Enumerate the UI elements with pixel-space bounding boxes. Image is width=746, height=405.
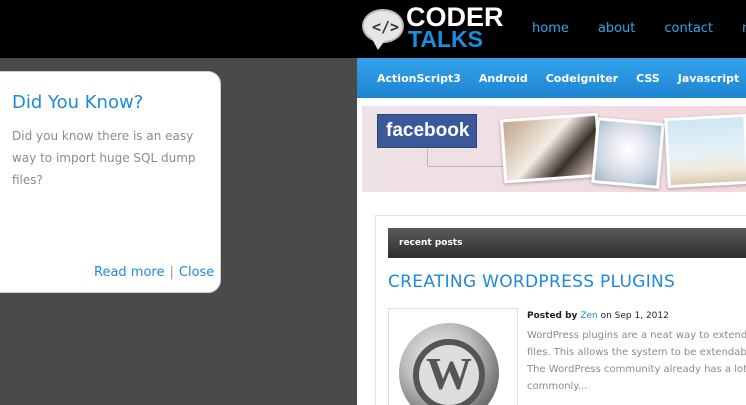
post-author-link[interactable]: Zen: [580, 311, 597, 321]
code-glyph: </>: [372, 18, 400, 36]
category-actionscript3[interactable]: ActionScript3: [377, 72, 461, 85]
did-you-know-panel: Did You Know? Did you know there is an e…: [0, 71, 221, 293]
banner-connector-line: [427, 148, 428, 166]
banner-connector-line: [427, 166, 507, 167]
read-more-link[interactable]: Read more: [94, 265, 164, 280]
excerpt-line: commonly...: [527, 381, 588, 392]
did-you-know-body: Did you know there is an easy way to imp…: [12, 129, 196, 187]
did-you-know-actions: Read more | Close: [94, 265, 214, 280]
post-excerpt: WordPress plugins are a neat way to exte…: [527, 327, 746, 395]
category-android[interactable]: Android: [479, 72, 528, 85]
excerpt-line: The WordPress community already has a lo…: [527, 364, 746, 375]
category-codeigniter[interactable]: Codeigniter: [546, 72, 618, 85]
link-separator: |: [169, 265, 174, 280]
did-you-know-title: Did You Know?: [12, 92, 144, 113]
category-css[interactable]: CSS: [636, 72, 660, 85]
excerpt-line: WordPress plugins are a neat way to exte…: [527, 330, 746, 341]
category-nav: ActionScript3 Android Codeigniter CSS Ja…: [357, 58, 746, 98]
nav-contact[interactable]: contact: [664, 21, 713, 36]
nav-cut-off-item[interactable]: re: [742, 21, 746, 36]
category-javascript[interactable]: Javascript: [678, 72, 740, 85]
main-content: facebook recent posts CREATING WORDPRESS…: [357, 98, 746, 405]
close-link[interactable]: Close: [179, 265, 214, 280]
post-title[interactable]: CREATING WORDPRESS PLUGINS: [388, 272, 675, 292]
logo-word-talks: TALKS: [408, 26, 483, 52]
recent-posts-heading: recent posts: [388, 228, 746, 258]
excerpt-line: files. This allows the system to be exte…: [527, 347, 746, 358]
post-thumbnail[interactable]: W: [388, 308, 518, 405]
banner-photo-beach: [664, 113, 746, 189]
post-date: on Sep 1, 2012: [600, 311, 669, 321]
nav-home[interactable]: home: [532, 21, 569, 36]
banner-photo-bouquet: [591, 117, 665, 189]
recent-posts-section: recent posts CREATING WORDPRESS PLUGINS …: [375, 215, 746, 405]
main-nav: home about contact re: [532, 21, 746, 36]
facebook-logo: facebook: [377, 114, 477, 148]
facebook-banner[interactable]: facebook: [362, 106, 746, 192]
nav-about[interactable]: about: [598, 21, 636, 36]
posted-by-label: Posted by: [527, 311, 578, 321]
site-logo[interactable]: </> CODER TALKS: [362, 4, 504, 52]
post-meta: Posted by Zen on Sep 1, 2012: [527, 311, 669, 321]
banner-photo-couple: [499, 112, 603, 184]
wordpress-icon: W: [413, 339, 485, 405]
speech-bubble-icon: </>: [362, 9, 404, 50]
site-header: </> CODER TALKS home about contact re: [0, 0, 746, 58]
